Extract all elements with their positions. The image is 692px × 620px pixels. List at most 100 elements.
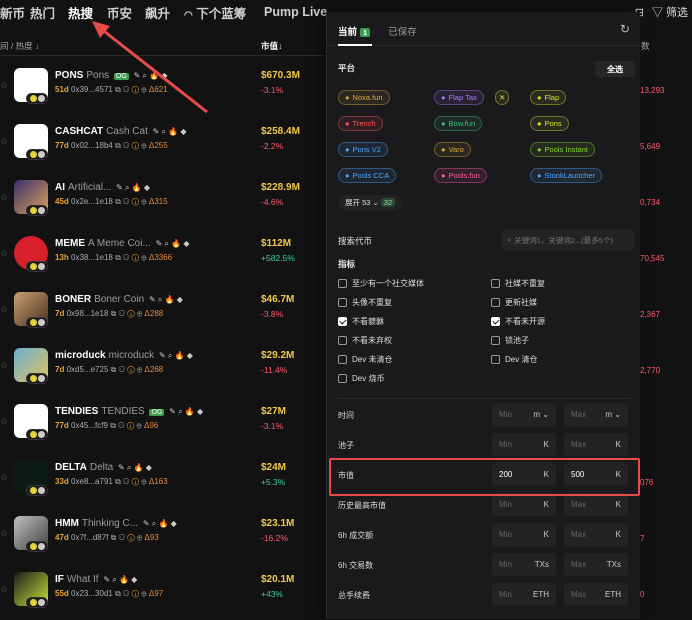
max-input[interactable]: Max K <box>564 433 628 456</box>
social-icons[interactable]: ✎ ⌕ 🔥 ◆ <box>103 575 137 584</box>
social-icons[interactable]: ✎ ⌕ 🔥 ◆ <box>159 351 193 360</box>
favorite-icon[interactable]: ☆ <box>0 136 8 147</box>
table-row[interactable]: ☆ TENDIES TENDIES OG ✎ ⌕ 🔥 ◆ 77d 0x45...f… <box>0 396 330 452</box>
indicator-checkbox[interactable]: Dev 未清仓 <box>338 354 392 365</box>
user-icon[interactable]: ⚇ <box>123 85 129 94</box>
copy-icon[interactable]: ⧉ <box>115 85 121 94</box>
globe-icon[interactable]: ⊕ <box>137 365 142 374</box>
globe-icon[interactable]: ⊕ <box>137 309 142 318</box>
globe-icon[interactable]: ⊕ <box>141 197 146 206</box>
sort-mcap-header[interactable]: 市值↓ <box>261 40 282 52</box>
social-icons[interactable]: ✎ ⌕ 🔥 ◆ <box>118 463 152 472</box>
globe-icon[interactable]: ⊕ <box>141 141 146 150</box>
info-icon[interactable]: ⓘ <box>127 309 134 318</box>
copy-icon[interactable]: ⧉ <box>115 477 121 486</box>
favorite-icon[interactable]: ☆ <box>0 472 8 483</box>
copy-icon[interactable]: ⧉ <box>115 253 121 262</box>
platform-chip[interactable]: ● Pons V2 <box>338 142 388 157</box>
user-icon[interactable]: ⚇ <box>119 365 125 374</box>
table-row[interactable]: ☆ PONS Pons OG ✎ ⌕ 🔥 ◆ 51d 0x39...4571 ⧉ … <box>0 60 330 116</box>
max-input[interactable]: Max TXs <box>564 553 628 576</box>
globe-icon[interactable]: ⊕ <box>137 421 142 430</box>
max-input[interactable]: Max ETH <box>564 583 628 606</box>
info-icon[interactable]: ⓘ <box>127 533 134 542</box>
max-input[interactable]: Max K <box>564 523 628 546</box>
copy-icon[interactable]: ⧉ <box>111 309 117 318</box>
tab-current[interactable]: 当前 1 <box>338 24 371 38</box>
info-icon[interactable]: ⓘ <box>132 197 139 206</box>
indicator-checkbox[interactable]: Dev 烧币 <box>338 373 384 384</box>
platform-chip[interactable]: ● Flap Tax <box>434 90 484 105</box>
table-row[interactable]: ☆ HMM Thinking C... ✎ ⌕ 🔥 ◆ 47d 0x7f...d8… <box>0 508 330 564</box>
checkbox-icon[interactable] <box>338 279 347 288</box>
tab-surge[interactable]: 飙升 <box>145 3 170 22</box>
indicator-checkbox[interactable]: 头像不重复 <box>338 297 392 308</box>
indicator-checkbox[interactable]: 不看未弃权 <box>338 335 392 346</box>
table-row[interactable]: ☆ BONER Boner Coin ✎ ⌕ 🔥 ◆ 7d 0x98...1e18… <box>0 284 330 340</box>
favorite-icon[interactable]: ☆ <box>0 528 8 539</box>
refresh-icon[interactable]: ↻ <box>620 22 630 36</box>
indicator-checkbox[interactable]: 不看貔貅 <box>338 316 384 327</box>
checkbox-icon[interactable] <box>338 374 347 383</box>
checkbox-icon[interactable] <box>338 298 347 307</box>
platform-chip[interactable]: ● Pools.fun <box>434 168 487 183</box>
checkbox-icon[interactable] <box>491 279 500 288</box>
user-icon[interactable]: ⚇ <box>118 421 124 430</box>
platform-chip[interactable]: ● Varo <box>434 142 471 157</box>
user-icon[interactable]: ⚇ <box>123 197 129 206</box>
contract-address[interactable]: 0xd5...e725 <box>67 365 109 374</box>
expand-button[interactable]: 展开 53 ⌄ 32 <box>338 195 403 210</box>
copy-icon[interactable]: ⧉ <box>115 141 121 150</box>
checkbox-icon[interactable] <box>491 298 500 307</box>
favorite-icon[interactable]: ☆ <box>0 360 8 371</box>
indicator-checkbox[interactable]: 更新社媒 <box>491 297 537 308</box>
indicator-checkbox[interactable]: 社媒不重复 <box>491 278 545 289</box>
globe-icon[interactable]: ⊕ <box>141 253 146 262</box>
user-icon[interactable]: ⚇ <box>123 477 129 486</box>
info-icon[interactable]: ⓘ <box>132 589 139 598</box>
table-row[interactable]: ☆ IF What If ✎ ⌕ 🔥 ◆ 55d 0x23...30d1 ⧉ ⚇ … <box>0 564 330 620</box>
social-icons[interactable]: ✎ ⌕ 🔥 ◆ <box>116 183 150 192</box>
user-icon[interactable]: ⚇ <box>123 253 129 262</box>
table-row[interactable]: ☆ DELTA Delta ✎ ⌕ 🔥 ◆ 33d 0xe8...a791 ⧉ ⚇… <box>0 452 330 508</box>
contract-address[interactable]: 0x23...30d1 <box>71 589 113 598</box>
platform-chip[interactable]: ● Trench <box>338 116 383 131</box>
tab-hot[interactable]: 热门 <box>30 3 55 22</box>
platform-chip[interactable]: ● Pons <box>530 116 569 131</box>
tab-pump-live[interactable]: Pump Live <box>264 5 327 19</box>
max-input[interactable]: Max m ⌄ <box>564 403 628 426</box>
contract-address[interactable]: 0xe8...a791 <box>71 477 113 486</box>
min-input[interactable]: Min K <box>492 493 556 516</box>
indicator-checkbox[interactable]: 不看未开源 <box>491 316 545 327</box>
info-icon[interactable]: ⓘ <box>132 85 139 94</box>
copy-icon[interactable]: ⧉ <box>111 533 117 542</box>
favorite-icon[interactable]: ☆ <box>0 304 8 315</box>
contract-address[interactable]: 0x2e...1e18 <box>71 197 113 206</box>
user-icon[interactable]: ⚇ <box>123 589 129 598</box>
checkbox-icon[interactable] <box>338 317 347 326</box>
favorite-icon[interactable]: ☆ <box>0 248 8 259</box>
sort-heat-header[interactable]: 间 / 热度 ↓ <box>0 40 39 52</box>
min-input[interactable]: Min TXs <box>492 553 556 576</box>
contract-address[interactable]: 0x7f...d87f <box>71 533 108 542</box>
indicator-checkbox[interactable]: Dev 清仓 <box>491 354 537 365</box>
favorite-icon[interactable]: ☆ <box>0 416 8 427</box>
table-row[interactable]: ☆ AI Artificial... ✎ ⌕ 🔥 ◆ 45d 0x2e...1e1… <box>0 172 330 228</box>
indicator-checkbox[interactable]: 至少有一个社交媒体 <box>338 278 424 289</box>
contract-address[interactable]: 0x38...1e18 <box>71 253 113 262</box>
favorite-icon[interactable]: ☆ <box>0 584 8 595</box>
min-input[interactable]: Min ETH <box>492 583 556 606</box>
platform-chip[interactable]: ● Pools CCA <box>338 168 397 183</box>
tab-binance[interactable]: 币安 <box>107 3 132 22</box>
table-row[interactable]: ☆ MEME A Meme Coi... ✎ ⌕ 🔥 ◆ 13h 0x38...1… <box>0 228 330 284</box>
contract-address[interactable]: 0x45...fcf9 <box>71 421 108 430</box>
social-icons[interactable]: ✎ ⌕ 🔥 ◆ <box>156 239 190 248</box>
flap-tax-extra-icon[interactable]: ✕ <box>495 90 510 105</box>
contract-address[interactable]: 0x98...1e18 <box>67 309 109 318</box>
info-icon[interactable]: ⓘ <box>132 141 139 150</box>
copy-icon[interactable]: ⧉ <box>110 421 116 430</box>
table-row[interactable]: ☆ CASHCAT Cash Cat ✎ ⌕ 🔥 ◆ 77d 0x02...18b… <box>0 116 330 172</box>
max-input[interactable]: Max K <box>564 493 628 516</box>
table-row[interactable]: ☆ microduck microduck ✎ ⌕ 🔥 ◆ 7d 0xd5...e… <box>0 340 330 396</box>
filter-button[interactable]: ▽ 筛选 <box>652 4 688 20</box>
